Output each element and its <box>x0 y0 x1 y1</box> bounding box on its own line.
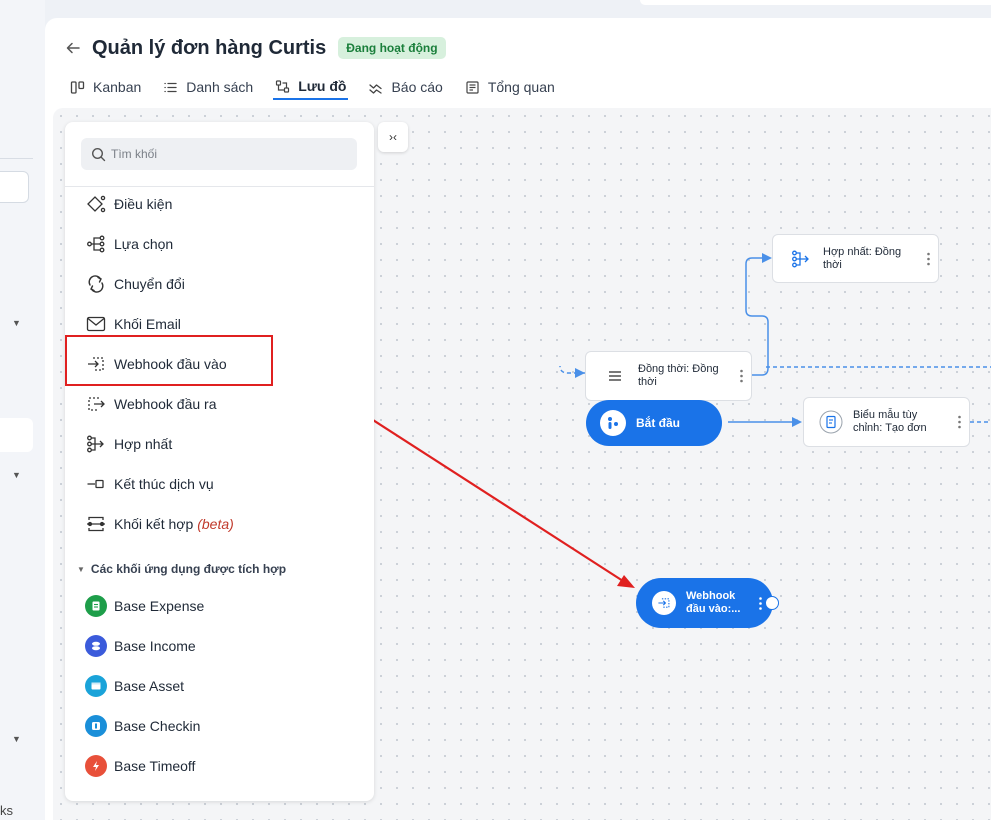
node-label: Webhook đầu vào:... <box>686 590 741 615</box>
node-label: Đồng thời: Đồng thời <box>638 363 719 388</box>
block-label: Khối kết hợp <box>114 516 194 532</box>
tab-overview[interactable]: Tổng quan <box>463 74 557 100</box>
chevron-down-icon[interactable]: ▼ <box>12 318 21 328</box>
more-options-icon[interactable] <box>759 597 762 610</box>
income-app-icon <box>85 635 107 657</box>
collapse-panel-button[interactable]: ›‹ <box>378 122 408 152</box>
sidebar-input[interactable] <box>0 171 29 203</box>
choice-icon <box>85 233 107 255</box>
asset-app-icon <box>85 675 107 697</box>
app-base-expense[interactable]: Base Expense <box>85 591 204 621</box>
view-tabs: Kanban Danh sách Lưu đồ Báo cáo Tổng qua… <box>68 74 575 102</box>
email-icon <box>85 313 107 335</box>
flow-icon <box>276 79 290 93</box>
node-custom-form[interactable]: Biểu mẫu tùy chỉnh: Tạo đơn <box>803 397 970 447</box>
list-icon <box>164 82 177 92</box>
section-label: Các khối ứng dụng được tích hợp <box>90 562 287 576</box>
parallel-icon <box>608 369 622 383</box>
condition-icon <box>85 193 107 215</box>
tab-label: Danh sách <box>186 79 254 95</box>
search-box[interactable] <box>81 138 357 170</box>
apps-section-header[interactable]: ▼ Các khối ứng dụng được tích hợp <box>77 562 286 576</box>
sidebar-active-item[interactable] <box>0 418 33 452</box>
block-condition[interactable]: Điều kiện <box>85 189 172 219</box>
more-options-icon[interactable] <box>740 369 743 383</box>
search-icon <box>91 147 106 161</box>
block-label: Hợp nhất <box>114 436 173 452</box>
node-label: Hợp nhất: Đồng thời <box>823 245 902 271</box>
kanban-icon <box>70 80 85 94</box>
tab-label: Tổng quan <box>487 79 555 95</box>
more-options-icon[interactable] <box>927 252 930 265</box>
tab-flow[interactable]: Lưu đồ <box>273 74 349 100</box>
connection-handle[interactable] <box>765 596 779 610</box>
back-arrow-icon[interactable] <box>66 41 80 55</box>
sidebar-footer-text: ks <box>0 803 13 818</box>
block-panel: Điều kiện Lựa chọn Chuyển đổi Khối Email… <box>65 122 374 801</box>
app-base-asset[interactable]: Base Asset <box>85 671 184 701</box>
node-label: Biểu mẫu tùy chỉnh: Tạo đơn <box>853 409 927 434</box>
tab-report[interactable]: Báo cáo <box>366 74 444 100</box>
report-icon <box>369 83 383 94</box>
block-label: Kết thúc dịch vụ <box>114 476 214 492</box>
block-label: Điều kiện <box>114 196 173 212</box>
form-icon <box>819 410 843 434</box>
block-label: Webhook đầu ra <box>114 396 217 412</box>
chevron-down-icon[interactable]: ▼ <box>12 470 21 480</box>
checkin-app-icon <box>85 715 107 737</box>
node-label: Bắt đầu <box>636 416 681 430</box>
app-label: Base Expense <box>114 598 205 614</box>
tab-label: Báo cáo <box>391 79 443 95</box>
block-combine[interactable]: Khối kết hợp (beta) <box>85 509 234 539</box>
merge-icon <box>85 433 107 455</box>
block-merge[interactable]: Hợp nhất <box>85 429 172 459</box>
tab-kanban[interactable]: Kanban <box>68 74 143 100</box>
sidebar-divider <box>0 158 33 159</box>
annotation-highlight <box>65 335 273 386</box>
app-base-checkin[interactable]: Base Checkin <box>85 711 200 741</box>
combine-icon <box>85 513 107 535</box>
tab-list[interactable]: Danh sách <box>161 74 255 100</box>
block-label: Chuyển đổi <box>114 276 185 292</box>
block-end-service[interactable]: Kết thúc dịch vụ <box>85 469 214 499</box>
panel-divider <box>65 186 374 187</box>
convert-icon <box>85 273 107 295</box>
node-merge[interactable]: Hợp nhất: Đồng thời <box>772 234 939 283</box>
app-label: Base Timeoff <box>114 758 196 774</box>
end-service-icon <box>85 473 107 495</box>
more-options-icon[interactable] <box>958 415 961 429</box>
start-icon <box>600 410 626 436</box>
beta-tag: (beta) <box>197 516 234 532</box>
block-label: Lựa chọn <box>114 236 174 252</box>
app-label: Base Asset <box>114 678 185 694</box>
left-sidebar: ▼ ▼ ▼ ks <box>0 0 45 820</box>
app-label: Base Income <box>114 638 196 654</box>
app-label: Base Checkin <box>114 718 201 734</box>
node-webhook-in[interactable]: Webhook đầu vào:... <box>636 578 773 628</box>
block-convert[interactable]: Chuyển đổi <box>85 269 185 299</box>
node-parallel[interactable]: Đồng thời: Đồng thời <box>585 351 752 401</box>
webhook-out-icon <box>85 393 107 415</box>
caret-down-icon: ▼ <box>77 564 85 574</box>
collapse-icon: ›‹ <box>389 130 397 144</box>
app-base-timeoff[interactable]: Base Timeoff <box>85 751 195 781</box>
chevron-down-icon[interactable]: ▼ <box>12 734 21 744</box>
top-bar-edge <box>640 0 991 5</box>
block-label: Khối Email <box>114 316 181 332</box>
tab-label: Lưu đồ <box>298 78 347 94</box>
status-badge: Đang hoạt động <box>338 37 446 59</box>
page-title: Quản lý đơn hàng Curtis <box>92 36 327 59</box>
block-webhook-out[interactable]: Webhook đầu ra <box>85 389 216 419</box>
page-header: Quản lý đơn hàng Curtis Đang hoạt động <box>66 33 446 63</box>
app-base-income[interactable]: Base Income <box>85 631 196 661</box>
overview-icon <box>466 80 479 94</box>
merge-icon <box>791 249 811 269</box>
block-choice[interactable]: Lựa chọn <box>85 229 173 259</box>
timeoff-app-icon <box>85 755 107 777</box>
tab-label: Kanban <box>93 79 142 95</box>
search-input[interactable] <box>111 147 341 161</box>
webhook-in-icon <box>652 591 676 615</box>
node-start[interactable]: Bắt đầu <box>586 400 722 446</box>
expense-app-icon <box>85 595 107 617</box>
